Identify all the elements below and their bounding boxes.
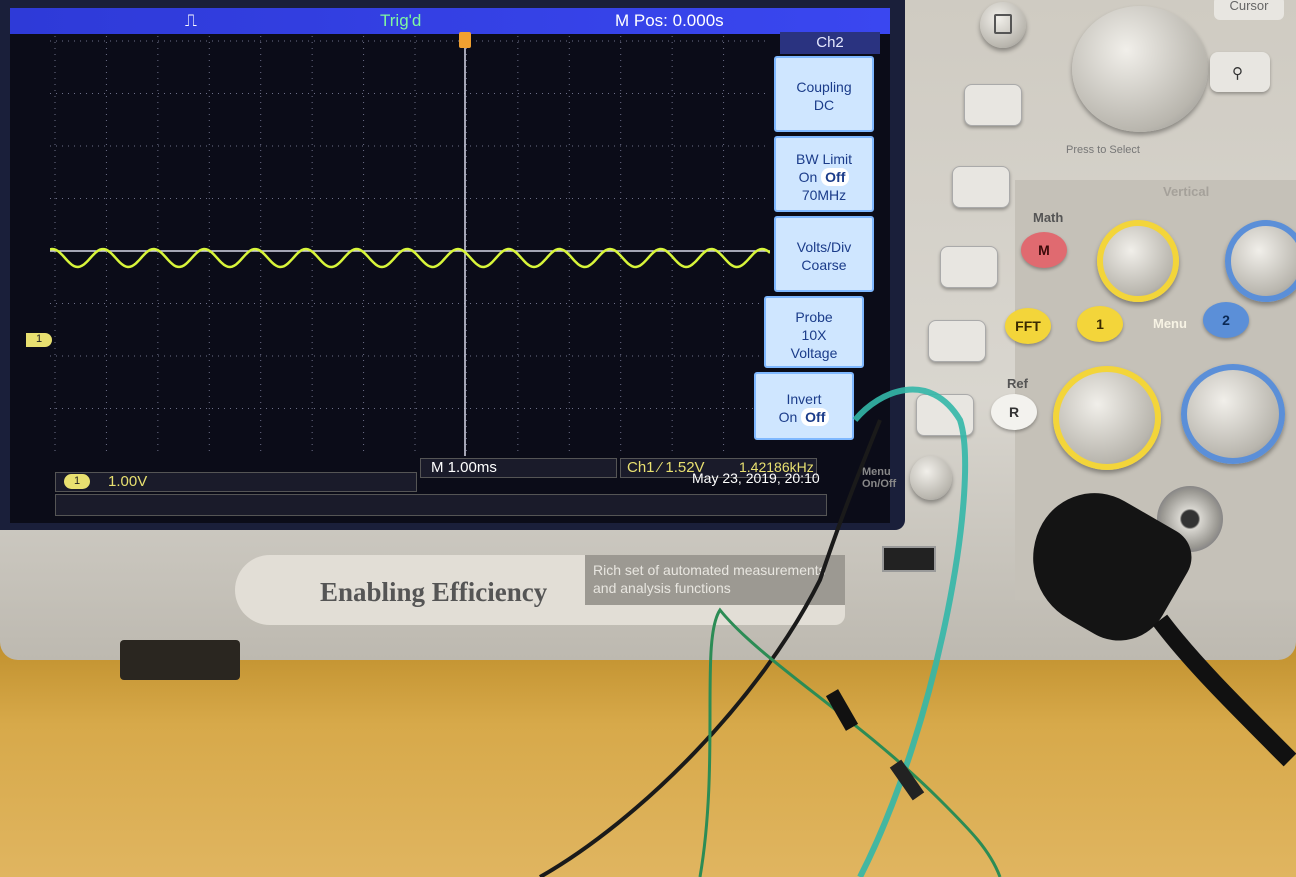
probe-wires bbox=[539, 386, 1296, 877]
jumper-connector bbox=[825, 689, 859, 731]
probe-cable bbox=[1152, 614, 1296, 767]
teal-wire bbox=[852, 386, 969, 877]
green-wire bbox=[698, 607, 1002, 877]
